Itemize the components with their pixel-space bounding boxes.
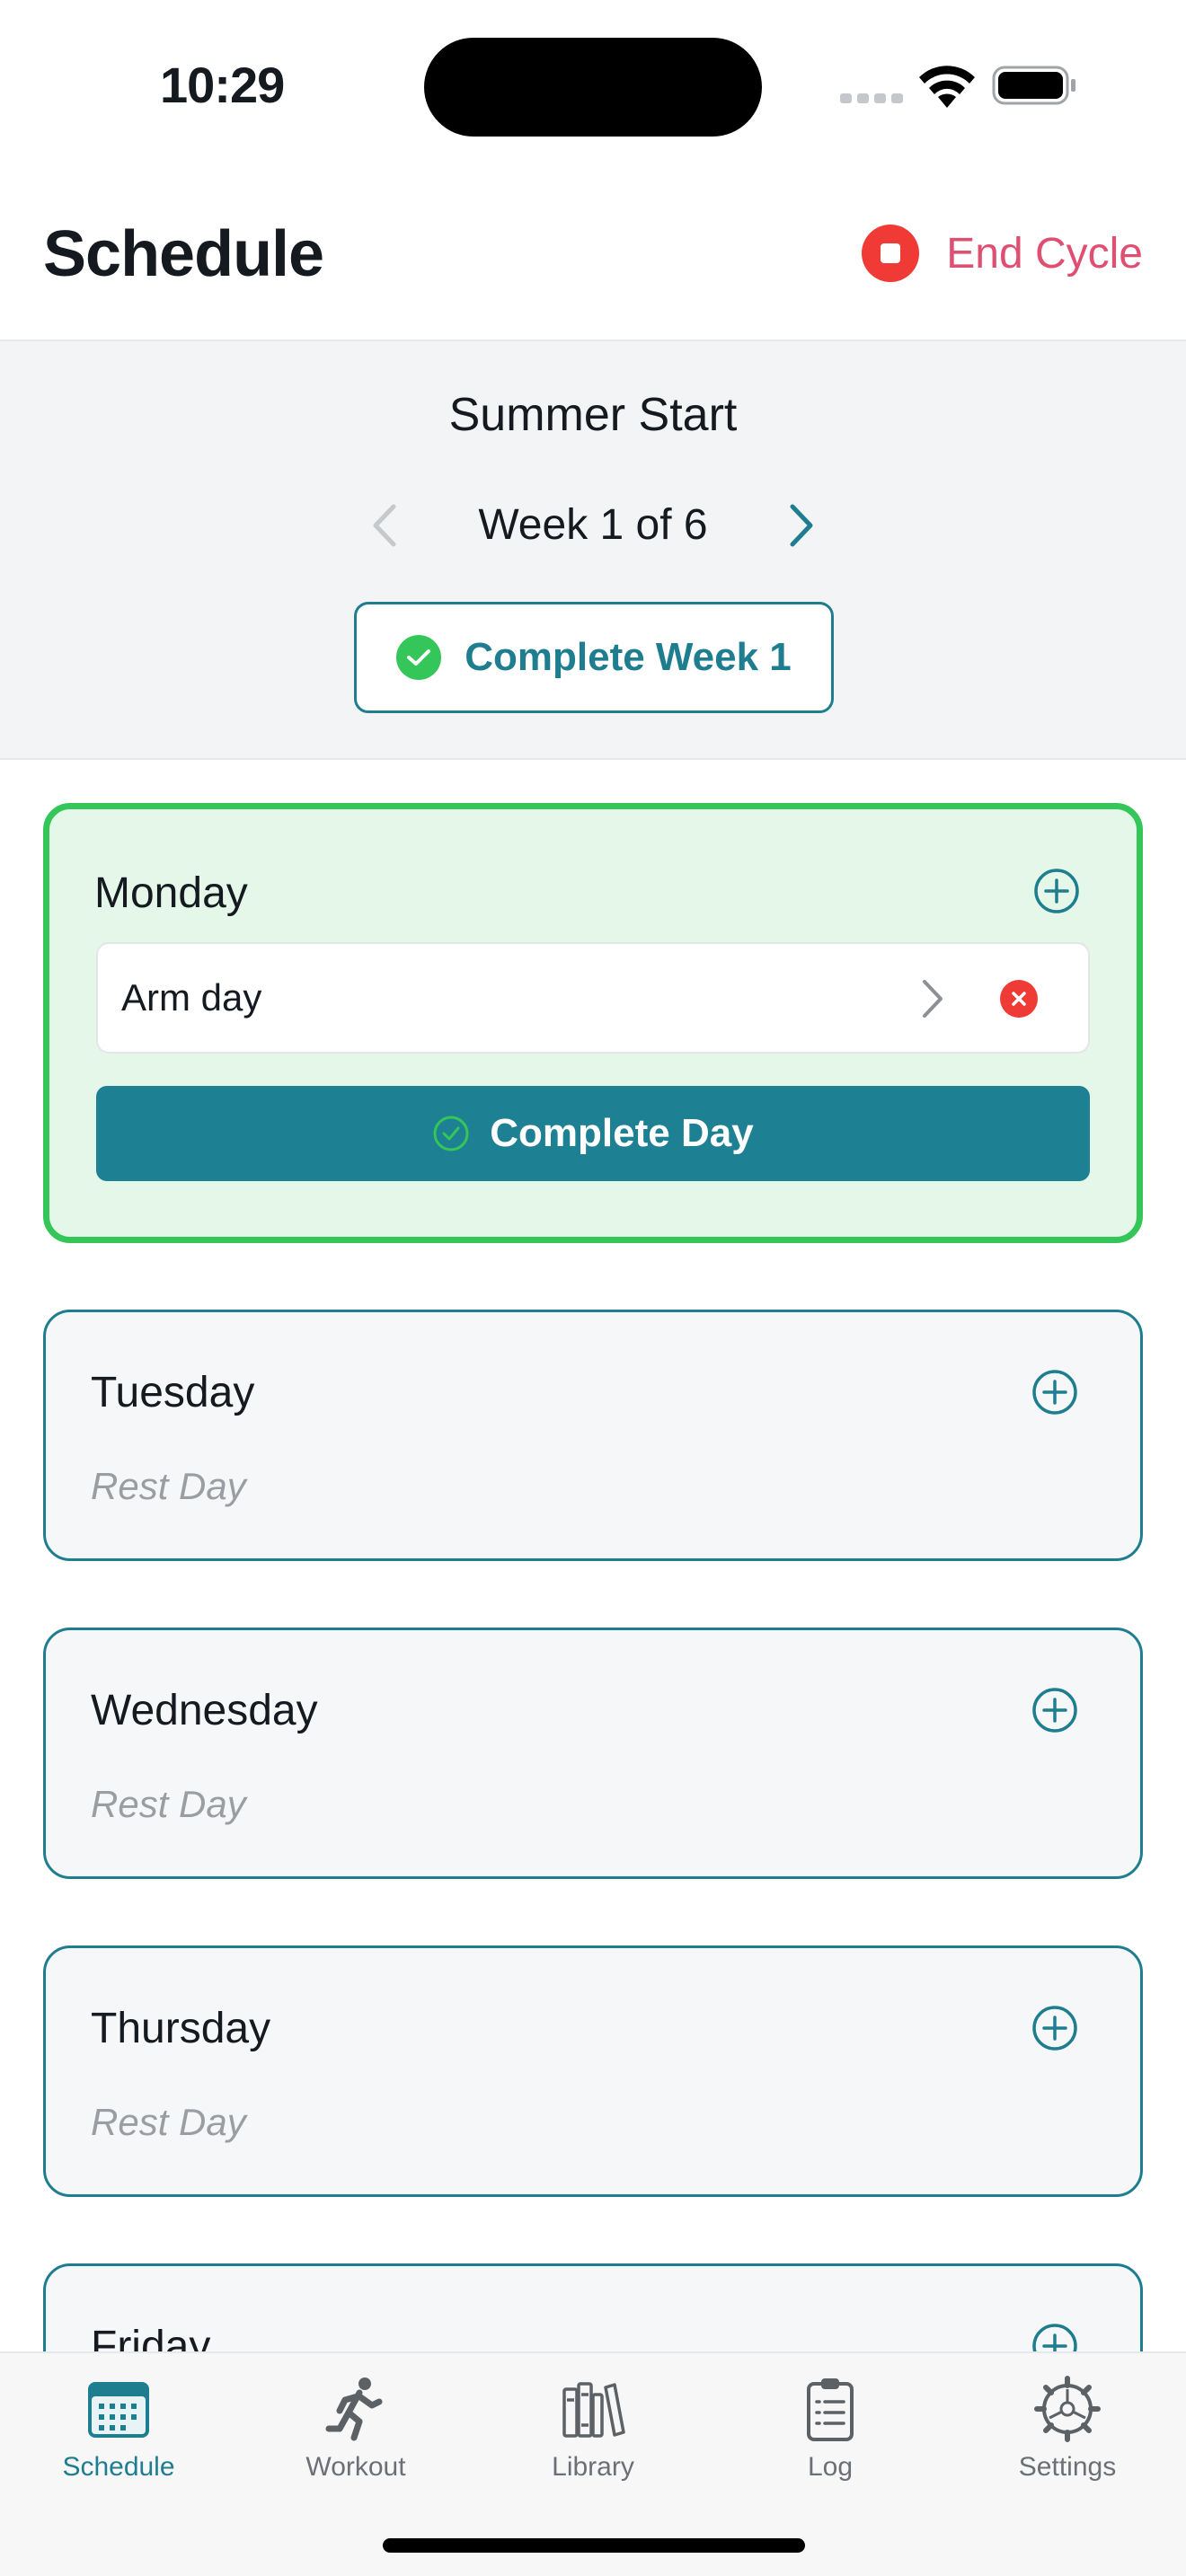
day-card-monday: Monday Arm day Complete Day <box>43 803 1143 1243</box>
day-card-wednesday: Wednesday Rest Day <box>43 1628 1143 1879</box>
tab-label: Library <box>552 2452 634 2482</box>
books-icon <box>562 2382 625 2438</box>
stop-icon <box>862 225 920 282</box>
battery-icon <box>992 66 1075 105</box>
next-week-chevron-icon[interactable] <box>778 494 823 557</box>
tab-label: Workout <box>305 2452 406 2482</box>
rest-day-label: Rest Day <box>91 2101 246 2143</box>
end-cycle-button[interactable]: End Cycle <box>862 225 1143 282</box>
day-card-thursday: Thursday Rest Day <box>43 1945 1143 2197</box>
app-header: Schedule End Cycle <box>0 171 1186 341</box>
complete-week-button[interactable]: Complete Week 1 <box>354 602 834 713</box>
end-cycle-label: End Cycle <box>946 229 1143 278</box>
day-title: Wednesday <box>91 1687 318 1734</box>
complete-day-label: Complete Day <box>490 1111 754 1155</box>
day-title: Tuesday <box>91 1369 255 1416</box>
page-title: Schedule <box>43 218 324 290</box>
status-time: 10:29 <box>160 57 285 113</box>
tab-label: Schedule <box>62 2452 175 2482</box>
cellular-signal-icon <box>840 93 903 103</box>
week-navigator: Week 1 of 6 <box>0 494 1186 557</box>
workout-row[interactable]: Arm day <box>96 942 1090 1054</box>
rest-day-label: Rest Day <box>91 1465 246 1507</box>
wifi-icon <box>919 66 975 108</box>
tab-log[interactable]: Log <box>712 2353 949 2506</box>
day-card-tuesday: Tuesday Rest Day <box>43 1310 1143 1561</box>
tab-library[interactable]: Library <box>474 2353 712 2506</box>
complete-week-label: Complete Week 1 <box>465 635 792 679</box>
gear-icon <box>1034 2376 1101 2442</box>
day-title: Thursday <box>91 2005 271 2052</box>
add-workout-plus-icon[interactable] <box>1031 2004 1079 2052</box>
calendar-icon <box>88 2382 149 2438</box>
running-figure-icon <box>325 2378 383 2441</box>
chevron-right-icon <box>923 980 943 1018</box>
add-workout-plus-icon[interactable] <box>1031 1686 1079 1734</box>
tab-label: Settings <box>1018 2452 1117 2482</box>
tab-workout[interactable]: Workout <box>237 2353 474 2506</box>
remove-workout-x-icon[interactable] <box>1000 980 1038 1018</box>
week-label: Week 1 of 6 <box>478 501 708 549</box>
day-title: Monday <box>94 869 248 917</box>
home-indicator <box>383 2538 805 2553</box>
checkmark-circle-outline-icon <box>433 1116 469 1151</box>
checkmark-circle-icon <box>396 635 442 680</box>
add-workout-plus-icon[interactable] <box>1031 1368 1079 1416</box>
complete-day-button[interactable]: Complete Day <box>96 1086 1090 1181</box>
rest-day-label: Rest Day <box>91 1783 246 1825</box>
dynamic-island <box>424 38 762 137</box>
workout-name: Arm day <box>121 976 262 1019</box>
add-workout-plus-icon[interactable] <box>1032 867 1081 915</box>
tab-settings[interactable]: Settings <box>949 2353 1186 2506</box>
cycle-section: Summer Start Week 1 of 6 Complete Week 1 <box>0 341 1186 760</box>
clipboard-icon <box>807 2378 854 2441</box>
tab-label: Log <box>807 2452 854 2482</box>
tab-schedule[interactable]: Schedule <box>0 2353 237 2506</box>
cycle-name: Summer Start <box>448 389 738 441</box>
status-bar: 10:29 <box>0 0 1186 171</box>
